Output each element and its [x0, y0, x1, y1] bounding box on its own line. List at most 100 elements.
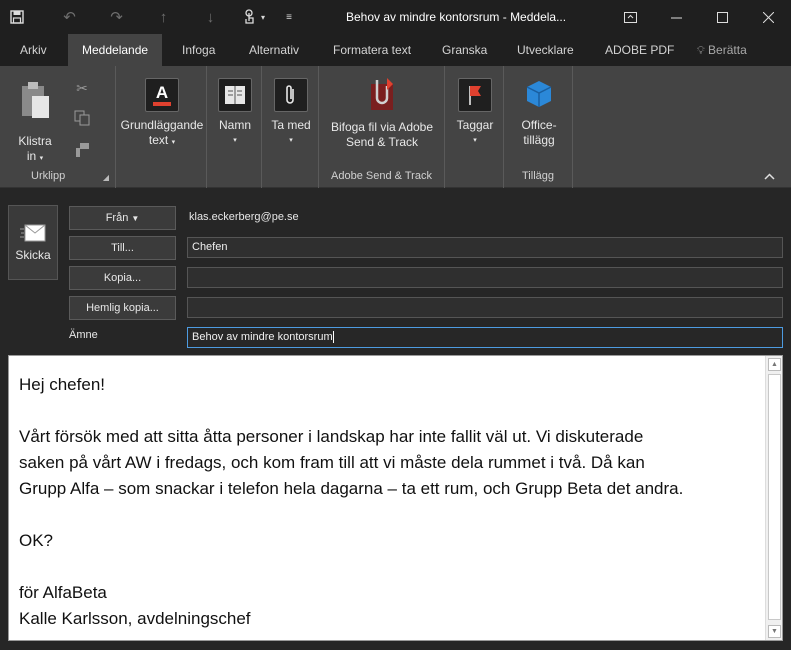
bcc-button[interactable]: Hemlig kopia... — [69, 296, 176, 320]
body-line — [19, 554, 759, 580]
touch-mode-icon[interactable]: ▾ — [234, 0, 274, 34]
office-addins-label-1: Office- — [521, 118, 557, 132]
group-include: Ta med ▾ — [262, 66, 319, 188]
ribbon: Klistra in ▾ ✂ Urklipp ◢ A Grundläggande… — [0, 66, 791, 188]
svg-text:A: A — [156, 83, 168, 102]
previous-item-icon[interactable]: ↑ — [140, 0, 187, 34]
message-header: Skicka Från ▼ klas.eckerberg@pe.se Till.… — [0, 189, 791, 353]
to-button[interactable]: Till... — [69, 236, 176, 260]
paste-button[interactable]: Klistra in ▾ — [12, 80, 58, 166]
group-tags: Taggar ▾ — [445, 66, 504, 188]
body-line: Vårt försök med att sitta åtta personer … — [19, 427, 644, 446]
office-addins-label-2: tillägg — [523, 133, 555, 147]
tab-arkiv[interactable]: Arkiv — [6, 34, 61, 66]
clipboard-icon — [18, 80, 52, 120]
tab-formatera-text[interactable]: Formatera text — [319, 34, 425, 66]
group-label-addins: Tillägg — [522, 170, 554, 182]
body-line — [19, 398, 759, 424]
body-line: Kalle Karlsson, avdelningschef — [19, 609, 251, 628]
include-button[interactable]: Ta med ▾ — [268, 78, 314, 148]
send-button[interactable]: Skicka — [8, 205, 58, 280]
basic-text-label-1: Grundläggande — [120, 118, 204, 132]
customize-toolbar-icon[interactable]: ≡ — [274, 0, 304, 34]
scroll-down-icon[interactable]: ▼ — [768, 625, 781, 638]
tell-me-label: Berätta — [708, 43, 747, 57]
group-addins: Office- tillägg Tillägg — [504, 66, 573, 188]
lightbulb-icon: 💡︎ — [697, 45, 705, 57]
save-icon[interactable] — [0, 0, 34, 34]
next-item-icon[interactable]: ↓ — [187, 0, 234, 34]
group-label-adobe: Adobe Send & Track — [331, 170, 432, 182]
scroll-up-icon[interactable]: ▲ — [768, 358, 781, 371]
subject-value: Behov av mindre kontorsrum — [192, 331, 333, 343]
to-field[interactable]: Chefen — [187, 237, 783, 258]
paste-label-2: in — [26, 149, 37, 163]
office-addins-button[interactable]: Office- tillägg — [510, 78, 568, 148]
vertical-scrollbar[interactable]: ▲ ▼ — [765, 356, 782, 640]
copy-icon[interactable] — [72, 108, 92, 128]
touch-mode-dropdown[interactable]: ▾ — [261, 13, 265, 22]
send-label: Skicka — [15, 248, 51, 262]
include-label: Ta med — [271, 118, 311, 132]
from-button[interactable]: Från ▼ — [69, 206, 176, 230]
subject-field[interactable]: Behov av mindre kontorsrum — [187, 327, 783, 348]
group-clipboard: Klistra in ▾ ✂ Urklipp ◢ — [0, 66, 116, 188]
basic-text-label-2: text — [148, 133, 169, 147]
maximize-icon[interactable] — [699, 0, 745, 34]
body-line: Grupp Alfa – som snackar i telefon hela … — [19, 479, 684, 498]
ribbon-display-options-icon[interactable] — [607, 0, 653, 34]
tab-adobe-pdf[interactable]: ADOBE PDF — [591, 34, 688, 66]
undo-icon[interactable]: ↶ — [46, 0, 93, 34]
from-label: Från — [105, 212, 129, 224]
collapse-ribbon-icon[interactable] — [764, 169, 775, 183]
group-names: Namn ▾ — [207, 66, 262, 188]
format-painter-icon[interactable] — [72, 140, 92, 160]
from-address: klas.eckerberg@pe.se — [189, 211, 299, 223]
group-basic-text: A Grundläggande text ▾ — [116, 66, 207, 188]
tab-utvecklare[interactable]: Utvecklare — [503, 34, 588, 66]
redo-icon[interactable]: ↷ — [93, 0, 140, 34]
adobe-attach-label-2: Send & Track — [345, 135, 419, 149]
adobe-send-track-icon — [363, 76, 401, 114]
tags-label: Taggar — [456, 118, 494, 132]
clipboard-launcher-icon[interactable]: ◢ — [103, 173, 109, 182]
paste-label-1: Klistra — [18, 134, 52, 148]
tab-alternativ[interactable]: Alternativ — [235, 34, 313, 66]
minimize-icon[interactable] — [653, 0, 699, 34]
body-line — [19, 502, 759, 528]
chevron-down-icon: ▼ — [131, 214, 140, 223]
message-body[interactable]: Hej chefen! Vårt försök med att sitta åt… — [8, 355, 783, 641]
address-book-icon — [218, 78, 252, 112]
text-cursor — [332, 331, 334, 344]
adobe-attach-label-1: Bifoga fil via Adobe — [330, 120, 434, 134]
message-text[interactable]: Hej chefen! Vårt försök med att sitta åt… — [19, 372, 759, 632]
tab-granska[interactable]: Granska — [428, 34, 501, 66]
body-line: för AlfaBeta — [19, 583, 107, 602]
close-icon[interactable] — [745, 0, 791, 34]
subject-label: Ämne — [69, 329, 98, 341]
adobe-attach-button[interactable]: Bifoga fil via Adobe Send & Track — [323, 76, 441, 150]
names-button[interactable]: Namn ▾ — [213, 78, 257, 148]
bcc-field[interactable] — [187, 297, 783, 318]
body-line: saken på vårt AW i fredags, och kom fram… — [19, 453, 645, 472]
office-addins-icon — [522, 78, 556, 112]
paperclip-icon — [274, 78, 308, 112]
flag-icon — [458, 78, 492, 112]
tags-button[interactable]: Taggar ▾ — [451, 78, 499, 148]
cut-icon[interactable]: ✂ — [72, 78, 92, 98]
cc-field[interactable] — [187, 267, 783, 288]
envelope-send-icon — [20, 224, 46, 242]
window-title: Behov av mindre kontorsrum - Meddela... — [346, 10, 567, 24]
tab-tell-me[interactable]: 💡︎ Berätta — [683, 34, 761, 66]
font-color-icon: A — [145, 78, 179, 112]
group-label-clipboard: Urklipp — [31, 170, 66, 182]
names-label: Namn — [218, 118, 251, 132]
basic-text-button[interactable]: A Grundläggande text ▾ — [120, 78, 204, 150]
cc-button[interactable]: Kopia... — [69, 266, 176, 290]
tab-meddelande[interactable]: Meddelande — [68, 34, 163, 66]
ribbon-tabs: Arkiv Meddelande Infoga Alternativ Forma… — [0, 34, 791, 66]
scroll-thumb[interactable] — [768, 374, 781, 620]
body-line: OK? — [19, 531, 54, 550]
tab-infoga[interactable]: Infoga — [168, 34, 229, 66]
title-bar: ↶ ↷ ↑ ↓ ▾ ≡ Behov av mindre kontorsrum -… — [0, 0, 791, 34]
